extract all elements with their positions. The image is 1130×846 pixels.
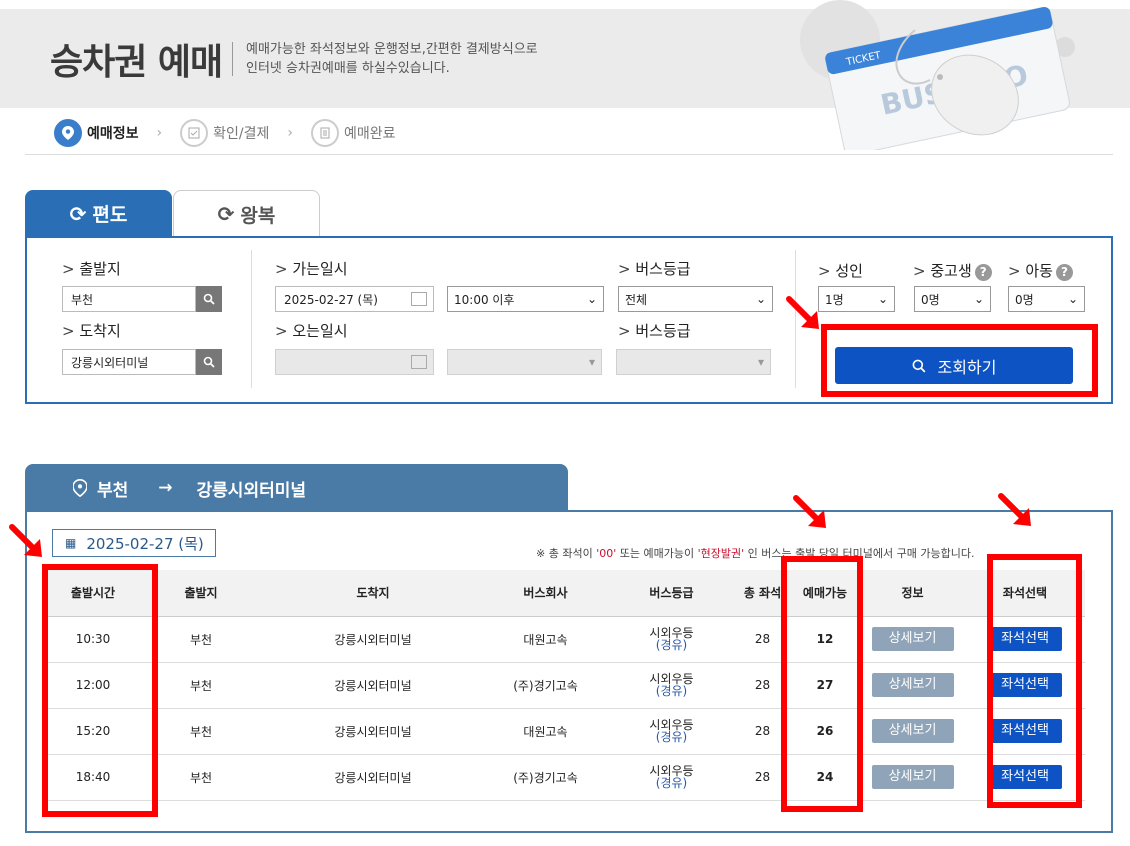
booking-steps: 예매정보 › 확인/결제 › 예매완료	[54, 118, 396, 148]
document-icon	[311, 119, 339, 147]
youth-label: 중고생?	[913, 260, 992, 281]
col-grade: 버스등급	[608, 570, 735, 617]
col-info: 정보	[860, 570, 965, 617]
page-title: 승차권 예매	[50, 42, 223, 83]
col-company: 버스회사	[483, 570, 608, 617]
depart-time-select[interactable]: 10:00 이후 ⌄	[447, 286, 604, 312]
header-description: 예매가능한 좌석정보와 운행정보,간편한 결제방식으로 인터넷 승차권예매를 하…	[246, 42, 538, 76]
refresh-icon: ⟳	[217, 202, 235, 226]
depart-date-input[interactable]: 2025-02-27 (목)	[275, 286, 434, 312]
arrow-annotation-icon	[9, 524, 42, 557]
depart-label: 가는일시	[275, 258, 347, 279]
route-header: 부천 → 강릉시외터미널	[25, 464, 568, 512]
dest-search-button[interactable]	[196, 349, 222, 375]
chevron-right-icon: ›	[287, 125, 293, 141]
arrow-right-icon: →	[158, 478, 173, 498]
adult-select[interactable]: 1명 ⌄	[818, 286, 895, 312]
detail-button[interactable]: 상세보기	[871, 627, 954, 651]
child-select[interactable]: 0명 ⌄	[1008, 286, 1085, 312]
detail-button[interactable]: 상세보기	[871, 765, 954, 789]
grade2-select[interactable]: ▾	[616, 349, 771, 375]
help-icon[interactable]: ?	[1055, 264, 1073, 281]
search-icon	[203, 293, 215, 305]
calendar-icon	[411, 355, 427, 369]
chevron-down-icon: ⌄	[755, 292, 766, 306]
grade-label: 버스등급	[618, 258, 690, 279]
child-label: 아동?	[1008, 260, 1073, 281]
detail-button[interactable]: 상세보기	[871, 673, 954, 697]
highlight-depart-time-column	[42, 564, 158, 817]
youth-select[interactable]: 0명 ⌄	[914, 286, 991, 312]
chevron-down-icon: ▾	[757, 355, 764, 369]
step-booking-info: 예매정보	[54, 119, 139, 147]
search-icon	[203, 356, 215, 368]
arrow-annotation-icon	[793, 495, 826, 528]
notice-text: ※ 총 좌석이 '00' 또는 예매가능이 '현장발권' 인 버스는 출발 당일…	[536, 547, 975, 560]
calendar-icon[interactable]	[411, 292, 427, 306]
date-chip: ▦ 2025-02-27 (목)	[52, 529, 216, 557]
arrow-annotation-icon	[786, 296, 819, 329]
step-label: 예매완료	[344, 126, 396, 142]
table-header-row: 출발시간 출발지 도착지 버스회사 버스등급 총 좌석 예매가능 정보 좌석선택	[47, 570, 1085, 617]
highlight-available-column	[781, 556, 863, 812]
detail-button[interactable]: 상세보기	[871, 719, 954, 743]
grade2-label: 버스등급	[618, 320, 690, 341]
route-to: 강릉시외터미널	[196, 480, 307, 501]
chevron-down-icon: ⌄	[877, 292, 888, 306]
chevron-down-icon: ⌄	[1067, 292, 1078, 306]
table-row: 15:20 부천 강릉시외터미널 대원고속 시외우등 (경유) 28 26 상세보…	[47, 708, 1085, 755]
origin-input[interactable]: 부천	[62, 286, 196, 312]
ticket-mouse-illustration: TICKET BUSTAGO	[800, 0, 1075, 150]
table-row: 12:00 부천 강릉시외터미널 (주)경기고속 시외우등 (경유) 28 27 …	[47, 662, 1085, 709]
step-complete: 예매완료	[311, 119, 396, 147]
return-label: 오는일시	[275, 320, 347, 341]
chevron-down-icon: ⌄	[973, 292, 984, 306]
divider	[25, 154, 1113, 155]
route-from: 부천	[97, 480, 129, 501]
chevron-down-icon: ⌄	[586, 292, 597, 306]
return-date-input[interactable]	[275, 349, 434, 375]
header-divider	[232, 42, 233, 76]
help-icon[interactable]: ?	[974, 264, 992, 281]
location-pin-icon	[54, 119, 82, 147]
tab-oneway[interactable]: ⟳ 편도	[25, 190, 172, 237]
col-destination: 도착지	[263, 570, 483, 617]
chevron-right-icon: ›	[156, 125, 163, 141]
return-time-select[interactable]: ▾	[447, 349, 602, 375]
dest-label: 도착지	[62, 320, 120, 341]
highlight-seat-select-column	[987, 554, 1082, 808]
origin-search-button[interactable]	[196, 286, 222, 312]
step-label: 확인/결제	[213, 126, 270, 142]
origin-label: 출발지	[62, 258, 120, 279]
table-row: 10:30 부천 강릉시외터미널 대원고속 시외우등 (경유) 28 12 상세보…	[47, 616, 1085, 663]
refresh-icon: ⟳	[69, 201, 87, 226]
chevron-down-icon: ▾	[588, 355, 595, 369]
dest-input[interactable]: 강릉시외터미널	[62, 349, 196, 375]
table-row: 18:40 부천 강릉시외터미널 (주)경기고속 시외우등 (경유) 28 24 …	[47, 754, 1085, 801]
tab-roundtrip[interactable]: ⟳ 왕복	[173, 190, 320, 237]
step-confirm-pay: 확인/결제	[180, 119, 269, 147]
booking-page: 승차권 예매 예매가능한 좌석정보와 운행정보,간편한 결제방식으로 인터넷 승…	[0, 0, 1130, 846]
grade-select[interactable]: 전체 ⌄	[618, 286, 773, 312]
location-pin-icon	[73, 479, 87, 497]
check-icon	[180, 119, 209, 147]
arrow-annotation-icon	[998, 493, 1031, 526]
divider	[251, 250, 252, 388]
adult-label: 성인	[818, 260, 863, 281]
highlight-query-button	[821, 324, 1098, 397]
schedule-table: 출발시간 출발지 도착지 버스회사 버스등급 총 좌석 예매가능 정보 좌석선택…	[47, 570, 1085, 801]
step-label: 예매정보	[87, 126, 139, 142]
calendar-icon: ▦	[65, 536, 77, 550]
